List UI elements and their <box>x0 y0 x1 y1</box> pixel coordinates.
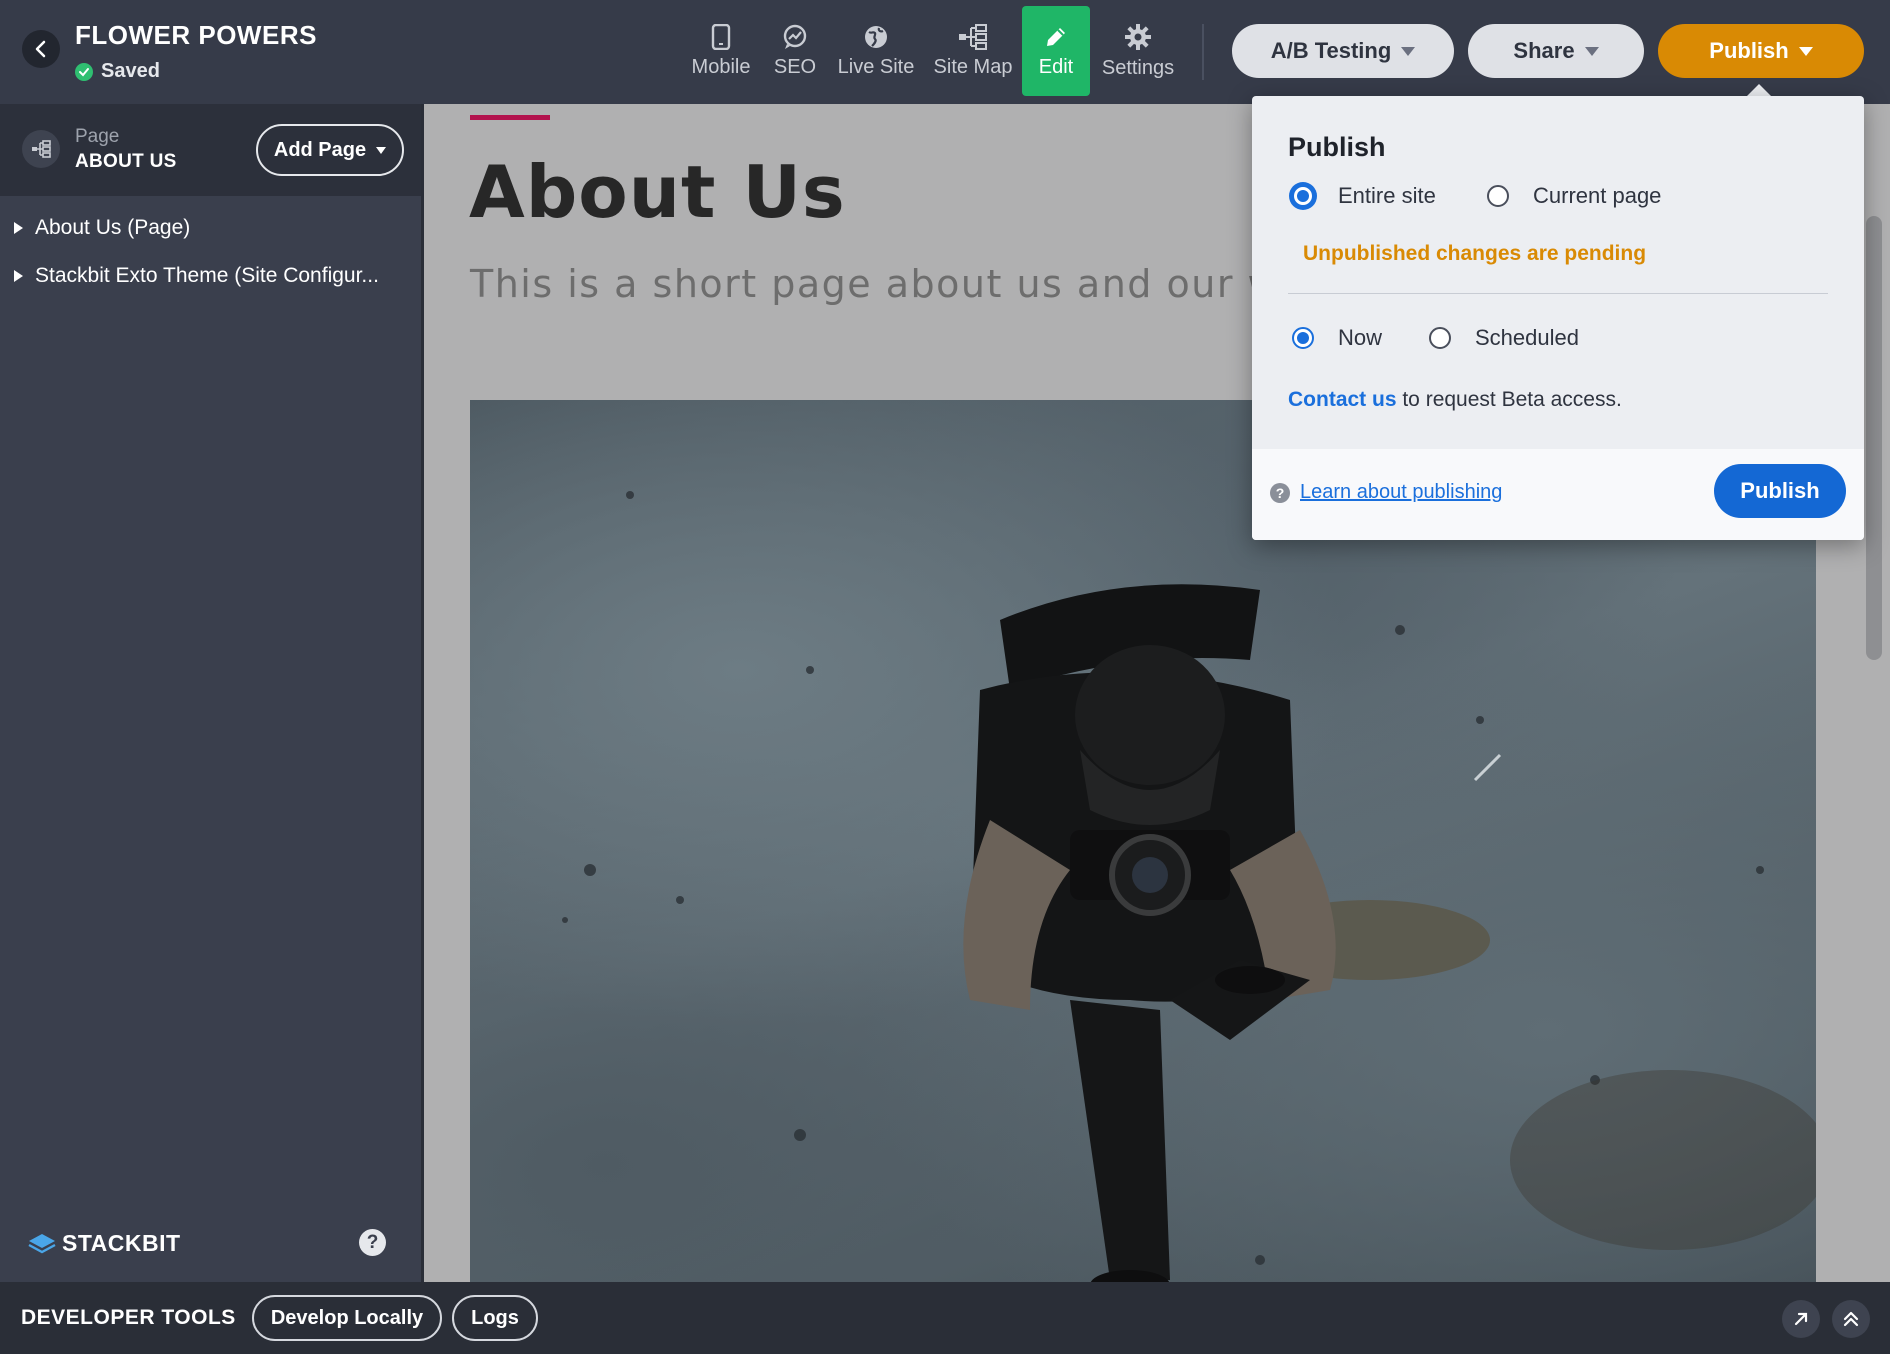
globe-icon <box>865 25 887 48</box>
developer-tools-label: DEVELOPER TOOLS <box>21 1306 236 1329</box>
help-icon[interactable]: ? <box>359 1229 386 1256</box>
beta-access-note: Contact us to request Beta access. <box>1288 388 1622 412</box>
current-page-label: Current page <box>1533 183 1662 208</box>
page-kicker: Page <box>75 126 120 147</box>
popover-title: Publish <box>1288 132 1386 162</box>
tool-live-site-label: Live Site <box>837 55 915 78</box>
publish-popover: Publish Entire site Current page Unpubli… <box>1252 96 1864 540</box>
tool-settings-label: Settings <box>1101 56 1175 79</box>
stackbit-logo-icon <box>28 1233 56 1253</box>
logs-button[interactable]: Logs <box>452 1295 538 1341</box>
stackbit-logo: STACKBIT <box>28 1230 181 1257</box>
gear-icon <box>1125 23 1151 50</box>
expand-arrow-icon[interactable] <box>14 222 23 234</box>
entire-site-label: Entire site <box>1338 183 1436 208</box>
ab-testing-label: A/B Testing <box>1270 38 1392 63</box>
tree-item-about-us[interactable]: About Us (Page) <box>14 210 190 246</box>
preview-scrollbar[interactable] <box>1866 216 1882 660</box>
develop-locally-button[interactable]: Develop Locally <box>252 1295 442 1341</box>
title-accent-line <box>470 115 550 120</box>
learn-about-publishing-link[interactable]: Learn about publishing <box>1300 481 1502 504</box>
caret-down-icon <box>1798 46 1813 56</box>
scope-entire-site-option[interactable]: Entire site <box>1292 183 1436 209</box>
sidebar: Page ABOUT US Add Page About Us (Page) S… <box>0 104 424 1282</box>
page-tree-button[interactable] <box>22 130 60 168</box>
mobile-icon <box>711 23 731 50</box>
pending-changes-notice: Unpublished changes are pending <box>1303 242 1647 265</box>
timing-scheduled-option[interactable]: Scheduled <box>1429 325 1579 351</box>
question-circle-icon: ? <box>1270 482 1290 503</box>
scheduled-radio[interactable] <box>1429 327 1451 349</box>
tool-seo[interactable]: SEO <box>770 6 820 96</box>
site-title: FLOWER POWERS <box>75 20 317 50</box>
double-chevron-up-icon <box>1843 1311 1859 1327</box>
tool-site-map[interactable]: Site Map <box>932 6 1014 96</box>
sitemap-icon <box>959 23 987 50</box>
toolbar-divider <box>1202 24 1204 80</box>
tree-item-label: Stackbit Exto Theme (Site Configur... <box>35 264 379 287</box>
page-tree-icon <box>32 140 51 158</box>
open-external-button[interactable] <box>1782 1300 1820 1338</box>
tool-edit-label: Edit <box>1038 55 1074 78</box>
chevron-left-icon <box>35 40 46 58</box>
expand-arrow-icon[interactable] <box>14 270 23 282</box>
caret-down-icon <box>1584 46 1599 56</box>
contact-us-link[interactable]: Contact us <box>1288 388 1397 411</box>
tree-item-site-config[interactable]: Stackbit Exto Theme (Site Configur... <box>14 258 379 294</box>
tool-mobile-label: Mobile <box>691 55 751 78</box>
developer-tools-bar: DEVELOPER TOOLS Develop Locally Logs <box>0 1282 1890 1354</box>
page-subheading[interactable]: This is a short page about us and our wo <box>470 262 1305 306</box>
share-button[interactable]: Share <box>1468 24 1644 78</box>
entire-site-radio[interactable] <box>1292 185 1314 207</box>
publish-confirm-button[interactable]: Publish <box>1714 464 1846 518</box>
tool-live-site[interactable]: Live Site <box>834 6 918 96</box>
page-heading[interactable]: About Us <box>469 150 846 234</box>
learn-about-publishing[interactable]: ? Learn about publishing <box>1270 481 1502 504</box>
current-page-name: ABOUT US <box>75 151 177 172</box>
current-page-radio[interactable] <box>1487 185 1509 207</box>
publish-label: Publish <box>1709 38 1789 63</box>
back-button[interactable] <box>22 30 60 68</box>
tool-edit[interactable]: Edit <box>1022 6 1090 96</box>
popover-divider <box>1288 293 1828 294</box>
tool-settings[interactable]: Settings <box>1098 6 1178 96</box>
tree-item-label: About Us (Page) <box>35 216 191 239</box>
save-status-label: Saved <box>101 60 160 82</box>
now-label: Now <box>1338 325 1383 350</box>
caret-down-icon <box>376 146 387 154</box>
tool-seo-label: SEO <box>773 55 817 78</box>
share-label: Share <box>1513 38 1575 63</box>
seo-icon <box>783 24 807 49</box>
caret-down-icon <box>1401 46 1416 56</box>
brand-name: STACKBIT <box>62 1230 181 1256</box>
publish-dropdown-button[interactable]: Publish <box>1658 24 1864 78</box>
ab-testing-button[interactable]: A/B Testing <box>1232 24 1454 78</box>
top-bar: FLOWER POWERS Saved Mobile SEO Live Site… <box>0 0 1890 104</box>
check-circle-icon <box>75 62 93 81</box>
tool-mobile[interactable]: Mobile <box>686 6 756 96</box>
popover-footer: ? Learn about publishing Publish <box>1252 449 1864 540</box>
pencil-icon <box>1047 27 1065 46</box>
scheduled-label: Scheduled <box>1475 325 1579 350</box>
tool-site-map-label: Site Map <box>933 55 1013 78</box>
save-status: Saved <box>75 60 160 83</box>
scope-current-page-option[interactable]: Current page <box>1487 183 1661 209</box>
add-page-label: Add Page <box>273 138 367 161</box>
contact-rest-text: to request Beta access. <box>1396 388 1622 411</box>
expand-panel-button[interactable] <box>1832 1300 1870 1338</box>
timing-now-option[interactable]: Now <box>1292 325 1382 351</box>
sidebar-header: Page ABOUT US Add Page <box>0 104 421 196</box>
add-page-button[interactable]: Add Page <box>256 124 404 176</box>
now-radio[interactable] <box>1292 327 1314 349</box>
arrow-up-right-icon <box>1794 1312 1808 1326</box>
